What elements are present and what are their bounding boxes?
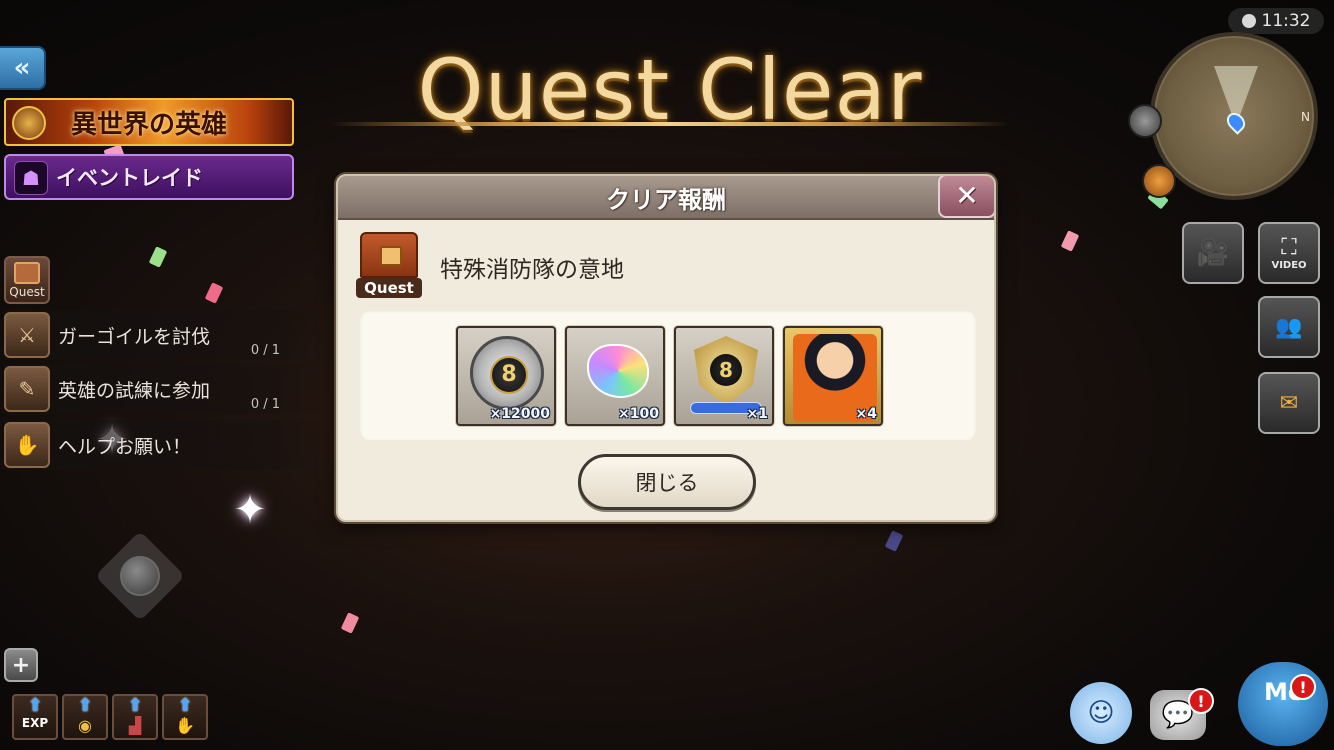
coin-bag-icon: ◉ bbox=[78, 716, 92, 735]
quest-progress: 0 / 1 bbox=[250, 397, 280, 412]
clock: 11:32 bbox=[1228, 8, 1324, 34]
mail-button[interactable]: ✉ bbox=[1258, 372, 1320, 434]
daily-quest-icon: ✎ bbox=[4, 366, 50, 412]
clock-time: 11:32 bbox=[1261, 11, 1311, 31]
menu-alert-badge: ! bbox=[1290, 674, 1316, 700]
dialog-close-button[interactable]: ✕ bbox=[938, 176, 994, 218]
gold-boost-button[interactable]: ⬆ ◉ bbox=[62, 694, 108, 740]
close-dialog-button[interactable]: 閉じる bbox=[578, 454, 756, 510]
video-camera-icon: 🎥 bbox=[1196, 238, 1230, 268]
envelope-icon: ✉ bbox=[1279, 390, 1299, 416]
quest-tab-label: Quest bbox=[9, 285, 45, 299]
up-arrow-icon: ⬆ bbox=[127, 695, 143, 716]
confetti-piece bbox=[148, 246, 168, 268]
alert-mark: ! bbox=[1299, 677, 1307, 697]
movement-dpad[interactable] bbox=[94, 530, 186, 622]
double-chevron-left-icon: « bbox=[13, 53, 31, 83]
video-label: VIDEO bbox=[1271, 260, 1307, 271]
reward-item[interactable]: ×12000 bbox=[456, 326, 556, 426]
map-npc-icon[interactable] bbox=[1142, 164, 1176, 198]
quest-item-label: ガーゴイルを討伐 bbox=[58, 325, 211, 348]
quest-item-label: 英雄の試練に参加 bbox=[58, 379, 211, 402]
smile-icon: ☺ bbox=[1087, 698, 1115, 728]
up-arrow-icon: ⬆ bbox=[77, 695, 93, 716]
party-button[interactable]: 👥 bbox=[1258, 296, 1320, 358]
reward-quantity: ×1 bbox=[746, 406, 768, 422]
event-banner-label: 異世界の英雄 bbox=[70, 109, 227, 140]
quest-list-item[interactable]: ⚔ ガーゴイルを討伐 0 / 1 bbox=[4, 310, 324, 360]
reward-panel: ×12000 ×100 ×1 ×4 bbox=[360, 310, 976, 440]
reward-item[interactable]: ×1 bbox=[674, 326, 774, 426]
close-dialog-label: 閉じる bbox=[635, 471, 699, 495]
mascot-menu-button[interactable]: Mc bbox=[1238, 662, 1328, 746]
event-raid-label: イベントレイド bbox=[56, 166, 203, 190]
up-arrow-icon: ⬆ bbox=[177, 695, 193, 716]
alert-mark: ! bbox=[1197, 691, 1205, 711]
main-quest-icon: ⚔ bbox=[4, 312, 50, 358]
quest-chest-icon bbox=[360, 232, 418, 278]
hand-icon: ✋ bbox=[175, 716, 195, 735]
minimap[interactable]: N bbox=[1150, 32, 1318, 200]
capture-frame-icon: ⛶ bbox=[1281, 235, 1297, 260]
expand-button[interactable]: + bbox=[4, 648, 38, 682]
dialog-header: クリア報酬 bbox=[338, 176, 994, 220]
quest-badge: Quest bbox=[356, 232, 422, 298]
reward-dialog: クリア報酬 ✕ Quest 特殊消防隊の意地 ×12000 ×100 ×1 ×4… bbox=[336, 174, 996, 522]
quest-progress: 0 / 1 bbox=[250, 343, 280, 358]
north-indicator: N bbox=[1301, 110, 1310, 124]
confetti-piece bbox=[204, 282, 224, 304]
handshake-icon: ✋ bbox=[4, 422, 50, 468]
reward-quantity: ×4 bbox=[855, 406, 877, 422]
event-banner[interactable]: 異世界の英雄 bbox=[4, 98, 294, 146]
plus-icon: + bbox=[11, 652, 31, 678]
reward-item[interactable]: ×4 bbox=[783, 326, 883, 426]
boot-icon: ▟ bbox=[128, 716, 142, 735]
sparkle: ✦ bbox=[233, 487, 267, 533]
confetti-piece bbox=[1060, 230, 1080, 252]
quest-name: 特殊消防隊の意地 bbox=[440, 257, 624, 283]
crest-icon bbox=[12, 106, 46, 140]
quest-list-item[interactable]: ✋ ヘルプお願い！ bbox=[4, 420, 324, 470]
emote-button[interactable]: ☺ bbox=[1070, 682, 1132, 744]
exp-boost-button[interactable]: ⬆ EXP bbox=[12, 694, 58, 740]
quest-list-item[interactable]: ✎ 英雄の試練に参加 0 / 1 bbox=[4, 364, 324, 414]
stat-boost-button[interactable]: ⬆ ✋ bbox=[162, 694, 208, 740]
party-icon: 👥 bbox=[1275, 314, 1303, 340]
confetti-piece bbox=[340, 612, 360, 634]
quest-item-label: ヘルプお願い！ bbox=[58, 435, 192, 458]
quest-badge-label: Quest bbox=[356, 278, 422, 298]
reward-quantity: ×100 bbox=[618, 406, 659, 422]
collapse-button[interactable]: « bbox=[0, 46, 46, 90]
up-arrow-icon: ⬆ bbox=[27, 695, 43, 716]
dialog-title: クリア報酬 bbox=[606, 185, 726, 214]
camera-button[interactable]: 🎥 bbox=[1182, 222, 1244, 284]
reward-quantity: ×12000 bbox=[489, 406, 550, 422]
reward-item[interactable]: ×100 bbox=[565, 326, 665, 426]
exp-label: EXP bbox=[21, 716, 49, 730]
drop-boost-button[interactable]: ⬆ ▟ bbox=[112, 694, 158, 740]
event-raid-button[interactable]: ☗ イベントレイド bbox=[4, 154, 294, 200]
demon-mask-icon: ☗ bbox=[14, 161, 48, 195]
video-button[interactable]: ⛶ VIDEO bbox=[1258, 222, 1320, 284]
quest-chest-icon bbox=[14, 262, 40, 284]
battery-icon bbox=[1241, 14, 1256, 28]
title-underline bbox=[330, 122, 1010, 126]
chat-alert-badge: ! bbox=[1188, 688, 1214, 714]
coin-icon bbox=[470, 336, 544, 410]
dpad-knob[interactable] bbox=[120, 556, 160, 596]
close-icon: ✕ bbox=[955, 179, 979, 212]
map-settings-icon[interactable] bbox=[1128, 104, 1162, 138]
medal-icon bbox=[694, 336, 758, 406]
confetti-piece bbox=[884, 530, 904, 552]
quest-tab-button[interactable]: Quest bbox=[4, 256, 50, 304]
rainbow-crystal-icon bbox=[587, 344, 649, 398]
